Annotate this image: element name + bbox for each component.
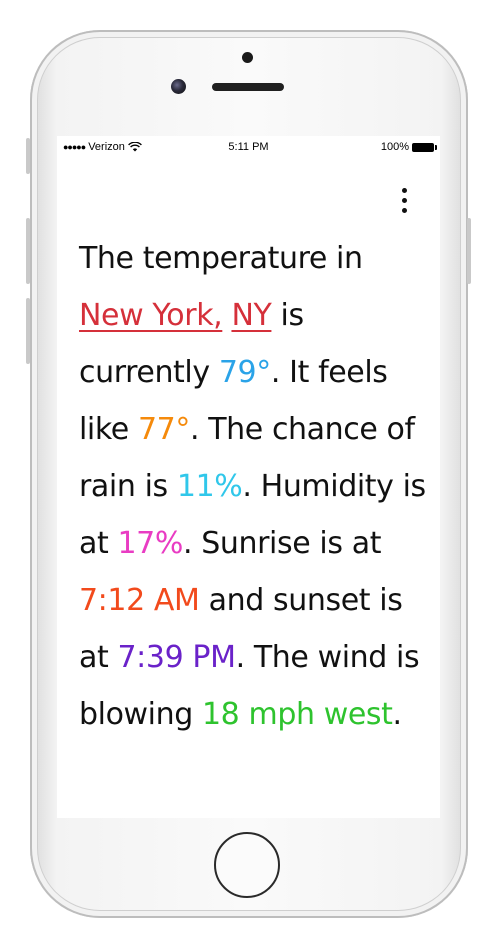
status-bar: ●●●●● Verizon 5:11 PM 100% [57, 136, 440, 156]
current-temperature: 79° [218, 355, 271, 390]
more-vertical-icon [402, 208, 407, 213]
proximity-sensor [242, 52, 253, 63]
more-vertical-icon [402, 198, 407, 203]
status-right: 100% [380, 141, 437, 153]
forecast-text: . Sunrise is at [182, 526, 382, 561]
wind-info: 18 mph west [202, 697, 393, 732]
forecast-end: . [392, 697, 403, 732]
volume-down-button [26, 298, 30, 364]
city-link[interactable]: New York, [79, 298, 223, 333]
state-link[interactable]: NY [231, 298, 271, 333]
earpiece-speaker [212, 83, 284, 91]
weather-forecast-text: The temperature in New York, NY is curre… [79, 230, 429, 743]
front-camera-icon [171, 79, 186, 94]
sunset-time: 7:39 PM [117, 640, 236, 675]
battery-icon [412, 142, 437, 152]
sunrise-time: 7:12 AM [79, 583, 200, 618]
app-screen: ●●●●● Verizon 5:11 PM 100% The temperatu… [57, 136, 440, 818]
home-button[interactable] [214, 832, 280, 898]
more-options-button[interactable] [393, 184, 415, 218]
power-button [467, 218, 471, 284]
mute-switch [26, 138, 30, 174]
humidity-value: 17% [117, 526, 183, 561]
feels-like-temperature: 77° [137, 412, 190, 447]
volume-up-button [26, 218, 30, 284]
battery-percentage: 100% [380, 141, 409, 153]
forecast-intro: The temperature in [79, 241, 363, 276]
more-vertical-icon [402, 188, 407, 193]
rain-chance: 11% [176, 469, 243, 504]
